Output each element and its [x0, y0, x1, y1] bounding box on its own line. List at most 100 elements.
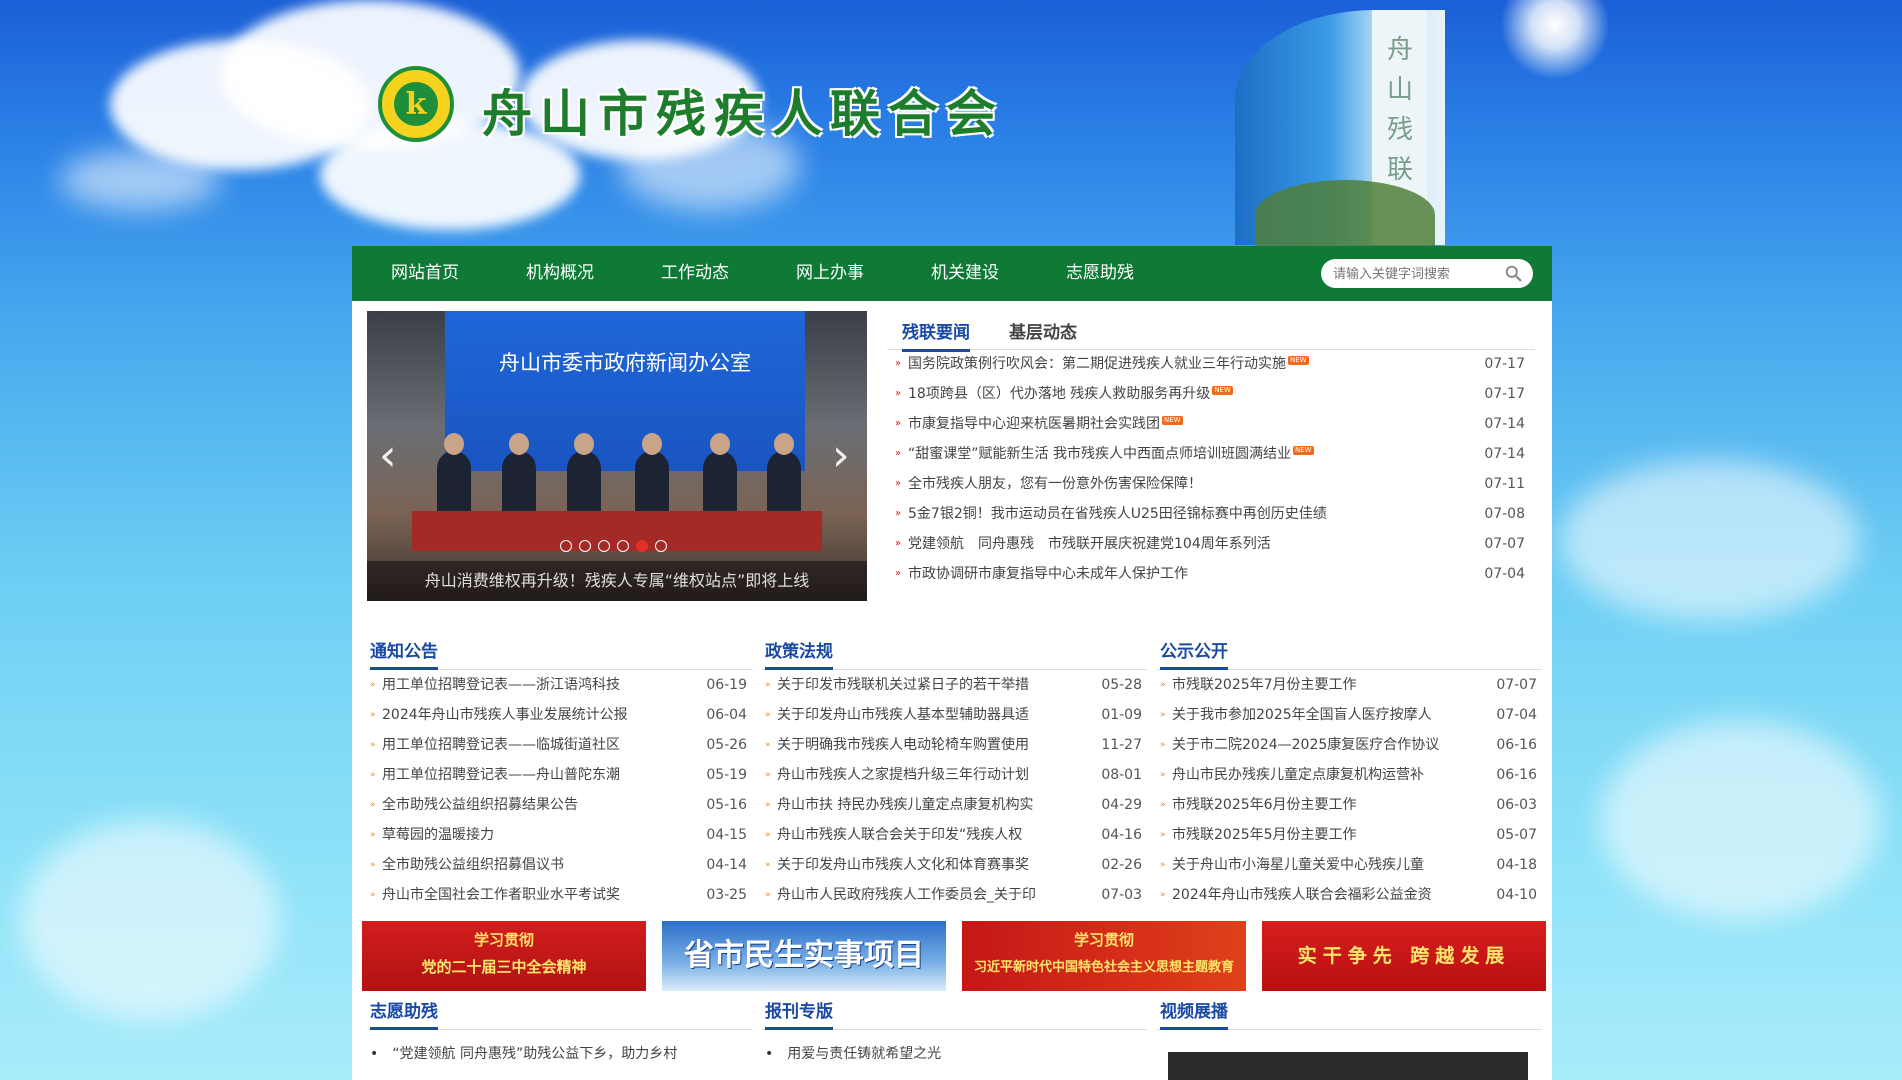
- disclosure-list-item[interactable]: » 2024年舟山市残疾人联合会福彩公益金资 04-10: [1157, 880, 1542, 910]
- disclosure-list-item[interactable]: » 市残联2025年7月份主要工作 07-07: [1157, 670, 1542, 700]
- volunteer-title[interactable]: 志愿助残: [370, 997, 438, 1030]
- notices-list-item[interactable]: » 全市助残公益组织招募结果公告 05-16: [367, 790, 752, 820]
- disclosure-list-item[interactable]: » 关于我市参加2025年全国盲人医疗按摩人 07-04: [1157, 700, 1542, 730]
- news-item-title-text: “甜蜜课堂”赋能新生活 我市残疾人中西面点师培训班圆满结业: [908, 446, 1291, 462]
- carousel-next-arrow[interactable]: ›: [832, 434, 850, 478]
- carousel-dot[interactable]: [560, 540, 572, 552]
- arrow-marker-icon: »: [895, 358, 902, 369]
- disclosure-title[interactable]: 公示公开: [1160, 637, 1228, 670]
- arrow-marker-icon: »: [765, 680, 771, 690]
- policies-list-item[interactable]: » 舟山市残疾人联合会关于印发“残疾人权 04-16: [762, 820, 1147, 850]
- tab-grassroots-news[interactable]: 基层动态: [1009, 318, 1077, 343]
- disclosure-section: 公示公开 » 市残联2025年7月份主要工作 07-07 » 关于我市参加2025年全国…: [1157, 631, 1542, 910]
- newspaper-list-item[interactable]: • 用爱与责任铸就希望之光: [765, 1039, 941, 1069]
- news-list-item[interactable]: » 5金7银2铜！我市运动员在省残疾人U25田径锦标赛中再创历史佳绩 07-08: [887, 499, 1535, 529]
- arrow-marker-icon: »: [895, 388, 902, 399]
- notices-list-item[interactable]: » 草莓园的温暖接力 04-15: [367, 820, 752, 850]
- arrow-marker-icon: »: [1160, 740, 1166, 750]
- news-item-date: 07-14: [1484, 446, 1525, 462]
- disclosure-item-title: 市残联2025年6月份主要工作: [1172, 797, 1357, 813]
- notices-list-item[interactable]: » 用工单位招聘登记表——浙江语鸿科技 06-19: [367, 670, 752, 700]
- arrow-marker-icon: »: [765, 890, 771, 900]
- arrow-marker-icon: »: [1160, 680, 1166, 690]
- banner-livelihood-projects[interactable]: 省市民生实事项目: [662, 921, 946, 991]
- news-list-item[interactable]: » “甜蜜课堂”赋能新生活 我市残疾人中西面点师培训班圆满结业 NEW 07-14: [887, 439, 1535, 469]
- search-icon[interactable]: [1505, 265, 1522, 282]
- newspaper-header: 报刊专版: [762, 991, 1147, 1030]
- site-title[interactable]: 舟山市残疾人联合会: [482, 74, 1004, 146]
- notices-title[interactable]: 通知公告: [370, 637, 438, 670]
- policies-list-item[interactable]: » 关于印发舟山市残疾人文化和体育赛事奖 02-26: [762, 850, 1147, 880]
- notices-list-item[interactable]: » 2024年舟山市残疾人事业发展统计公报 06-04: [367, 700, 752, 730]
- nav-item-home[interactable]: 网站首页: [391, 246, 459, 301]
- disclosure-list-item[interactable]: » 关于市二院2024—2025康复医疗合作协议 06-16: [1157, 730, 1542, 760]
- news-item-date: 07-04: [1484, 566, 1525, 582]
- disclosure-item-date: 04-10: [1496, 887, 1537, 903]
- site-logo[interactable]: k: [378, 66, 454, 142]
- news-list-item[interactable]: » 18项跨县（区）代办落地 残疾人救助服务再升级 NEW 07-17: [887, 379, 1535, 409]
- carousel-dot[interactable]: [598, 540, 610, 552]
- disclosure-list-item[interactable]: » 市残联2025年5月份主要工作 05-07: [1157, 820, 1542, 850]
- news-item-title-text: 市康复指导中心迎来杭医暑期社会实践团: [908, 416, 1160, 432]
- carousel-dot[interactable]: [579, 540, 591, 552]
- policies-list-item[interactable]: » 舟山市扶 持民办残疾儿童定点康复机构实 04-29: [762, 790, 1147, 820]
- policies-list-item[interactable]: » 关于印发舟山市残疾人基本型辅助器具适 01-09: [762, 700, 1147, 730]
- nav-item-party-building[interactable]: 机关建设: [931, 246, 999, 301]
- cloud: [1560, 460, 1860, 620]
- arrow-marker-icon: »: [370, 830, 376, 840]
- nav-item-online-services[interactable]: 网上办事: [796, 246, 864, 301]
- carousel-photo-person: [767, 433, 801, 515]
- policies-list-item[interactable]: » 关于印发市残联机关过紧日子的若干举措 05-28: [762, 670, 1147, 700]
- carousel-dot[interactable]: [617, 540, 629, 552]
- arrow-marker-icon: »: [1160, 800, 1166, 810]
- video-header: 视频展播: [1157, 991, 1542, 1030]
- new-badge: NEW: [1212, 386, 1233, 395]
- policies-list-item[interactable]: » 舟山市残疾人之家提档升级三年行动计划 08-01: [762, 760, 1147, 790]
- nav-item-organization[interactable]: 机构概况: [526, 246, 594, 301]
- disclosure-list-item[interactable]: » 市残联2025年6月份主要工作 06-03: [1157, 790, 1542, 820]
- carousel-caption[interactable]: 舟山消费维权再升级！残疾人专属“维权站点”即将上线: [367, 561, 867, 601]
- disclosure-list-item[interactable]: » 关于舟山市小海星儿童关爱中心残疾儿童 04-18: [1157, 850, 1542, 880]
- policies-list-item[interactable]: » 舟山市人民政府残疾人工作委员会_关于印 07-03: [762, 880, 1147, 910]
- video-title[interactable]: 视频展播: [1160, 997, 1228, 1030]
- carousel-prev-arrow[interactable]: ‹: [379, 434, 397, 478]
- disclosure-item-title: 关于我市参加2025年全国盲人医疗按摩人: [1172, 707, 1432, 723]
- banner-theme-education[interactable]: 学习贯彻 习近平新时代中国特色社会主义思想主题教育: [962, 921, 1246, 991]
- news-carousel[interactable]: 舟山市委市政府新闻办公室 ‹ › 舟山消费维权再升级！残疾人专属“维权站点”即将…: [367, 311, 867, 601]
- banner-third-plenum[interactable]: 学习贯彻 党的二十届三中全会精神: [362, 921, 646, 991]
- notices-item-date: 04-15: [706, 827, 747, 843]
- policies-item-date: 01-09: [1101, 707, 1142, 723]
- newspaper-title[interactable]: 报刊专版: [765, 997, 833, 1030]
- arrow-marker-icon: »: [895, 478, 902, 489]
- banner-theme-education-line1: 学习贯彻: [1073, 931, 1134, 949]
- volunteer-list-item[interactable]: • “党建领航 同舟惠残”助残公益下乡，助力乡村: [370, 1039, 677, 1069]
- notices-list-item[interactable]: » 舟山市全国社会工作者职业水平考试奖 03-25: [367, 880, 752, 910]
- video-player[interactable]: [1168, 1052, 1528, 1080]
- search-input[interactable]: [1331, 263, 1500, 286]
- news-list-item[interactable]: » 国务院政策例行吹风会：第二期促进残疾人就业三年行动实施 NEW 07-17: [887, 349, 1535, 379]
- news-list-item[interactable]: » 党建领航 同舟惠残 市残联开展庆祝建党104周年系列活 07-07: [887, 529, 1535, 559]
- policies-title[interactable]: 政策法规: [765, 637, 833, 670]
- carousel-dot[interactable]: [636, 540, 648, 552]
- news-list-item[interactable]: » 市政协调研市康复指导中心未成年人保护工作 07-04: [887, 559, 1535, 589]
- carousel-caption-bar: 舟山消费维权再升级！残疾人专属“维权站点”即将上线: [367, 561, 867, 601]
- notices-list-item[interactable]: » 用工单位招聘登记表——舟山普陀东潮 05-19: [367, 760, 752, 790]
- policies-header: 政策法规: [762, 631, 1147, 670]
- notices-list-item[interactable]: » 用工单位招聘登记表——临城街道社区 05-26: [367, 730, 752, 760]
- carousel-dot[interactable]: [655, 540, 667, 552]
- policies-list-item[interactable]: » 关于明确我市残疾人电动轮椅车购置使用 11-27: [762, 730, 1147, 760]
- nav-item-work-news[interactable]: 工作动态: [661, 246, 729, 301]
- news-list-item[interactable]: » 全市残疾人朋友，您有一份意外伤害保险保障！ 07-11: [887, 469, 1535, 499]
- nav-item-volunteer[interactable]: 志愿助残: [1066, 246, 1134, 301]
- news-item-date: 07-17: [1484, 356, 1525, 372]
- policies-item-date: 02-26: [1101, 857, 1142, 873]
- banner-slogan[interactable]: 实干争先 跨越发展: [1262, 921, 1546, 991]
- disclosure-list-item[interactable]: » 舟山市民办残疾儿童定点康复机构运营补 06-16: [1157, 760, 1542, 790]
- news-list-item[interactable]: » 市康复指导中心迎来杭医暑期社会实践团 NEW 07-14: [887, 409, 1535, 439]
- notices-list-item[interactable]: » 全市助残公益组织招募倡议书 04-14: [367, 850, 752, 880]
- notices-item-title: 舟山市全国社会工作者职业水平考试奖: [382, 887, 620, 903]
- news-item-date: 07-11: [1484, 476, 1525, 492]
- arrow-marker-icon: »: [765, 740, 771, 750]
- arrow-marker-icon: »: [765, 860, 771, 870]
- tab-federation-news[interactable]: 残联要闻: [902, 318, 970, 352]
